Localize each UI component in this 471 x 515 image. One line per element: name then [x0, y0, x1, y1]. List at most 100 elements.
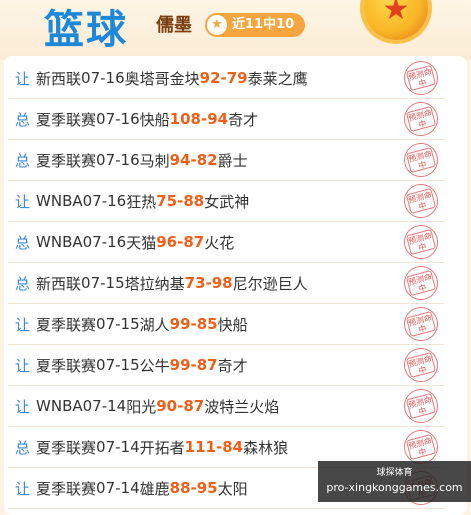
away-team: 女武神 — [204, 192, 250, 211]
streak-badge: ★ 近11中10 — [205, 13, 305, 37]
bet-type-tag: 总 — [15, 151, 31, 170]
match-date: 07-16 — [96, 110, 140, 128]
home-team: 阳光 — [126, 397, 157, 416]
away-score: 98 — [211, 274, 233, 292]
away-score: 84 — [222, 438, 244, 456]
league-name: WNBA — [36, 233, 83, 251]
stamp-text: 预测命中 — [405, 64, 437, 92]
away-team: 尼尔逊巨人 — [232, 274, 308, 293]
watermark-url: pro-xingkonggames.com — [326, 481, 463, 494]
home-score: 94 — [169, 151, 191, 169]
league-name: 夏季联赛 — [36, 110, 97, 129]
home-score: 73 — [184, 274, 206, 292]
prediction-row[interactable]: 让 WNBA 07-14 阳光 90 - 87 波特兰火焰 — [8, 386, 444, 427]
prediction-row[interactable]: 让夏季联赛 07-15 湖人 99 - 85 快船 — [8, 304, 444, 345]
away-team: 奇才 — [228, 110, 259, 129]
match-date: 07-15 — [96, 356, 140, 374]
bet-type-tag: 让 — [15, 192, 31, 211]
home-team: 塔拉纳基 — [124, 274, 185, 293]
away-team: 火花 — [204, 233, 235, 252]
league-name: 夏季联赛 — [36, 479, 97, 498]
page-header: 篮球 儒墨 ★ 近11中10 ★ — [0, 0, 471, 60]
bet-type-tag: 总 — [15, 438, 31, 457]
prediction-row[interactable]: 让 WNBA 07-16 狂热 75 - 88 女武神 — [8, 181, 444, 222]
home-score: 90 — [156, 397, 178, 415]
home-score: 96 — [156, 233, 178, 251]
match-date: 07-16 — [81, 69, 125, 87]
away-team: 泰莱之鹰 — [247, 69, 308, 88]
gold-medal-icon: ★ — [364, 0, 428, 40]
league-name: 新西联 — [36, 274, 82, 293]
match-date: 07-14 — [82, 397, 127, 415]
home-score: 75 — [156, 192, 178, 210]
away-team: 太阳 — [217, 479, 248, 498]
league-name: 夏季联赛 — [36, 356, 97, 375]
bet-type-tag: 总 — [15, 233, 31, 252]
stamp-text: 预测命中 — [405, 105, 437, 133]
home-team: 湖人 — [139, 315, 170, 334]
away-team: 波特兰火焰 — [204, 397, 280, 416]
stamp-text: 预测命中 — [405, 269, 437, 297]
match-date: 07-15 — [96, 315, 140, 333]
league-name: 新西联 — [36, 69, 82, 88]
league-name: 夏季联赛 — [36, 315, 97, 334]
home-score: 99 — [169, 315, 191, 333]
prediction-row[interactable]: 总新西联 07-15 塔拉纳基 73 - 98 尼尔逊巨人 — [8, 263, 444, 304]
bet-type-tag: 让 — [15, 69, 31, 88]
home-score: 108 — [169, 110, 201, 128]
stamp-text: 预测命中 — [405, 351, 437, 379]
prediction-row[interactable]: 总夏季联赛 07-16 马刺 94 - 82 爵士 — [8, 140, 444, 181]
home-team: 奥塔哥金块 — [124, 69, 200, 88]
home-team: 天猫 — [126, 233, 157, 252]
league-name: 夏季联赛 — [36, 151, 97, 170]
watermark: 球探体育 pro-xingkonggames.com — [318, 461, 471, 502]
stamp-text: 预测命中 — [405, 392, 437, 420]
star-badge-icon: ★ — [207, 15, 227, 35]
home-team: 马刺 — [139, 151, 170, 170]
match-date: 07-14 — [96, 438, 140, 456]
home-team: 快船 — [139, 110, 170, 129]
bet-type-tag: 让 — [15, 356, 31, 375]
league-name: 夏季联赛 — [36, 438, 97, 457]
match-date: 07-16 — [82, 192, 127, 210]
home-score: 92 — [199, 69, 221, 87]
bet-type-tag: 让 — [15, 479, 31, 498]
away-score: 82 — [196, 151, 218, 169]
expert-name[interactable]: 儒墨 — [156, 14, 192, 38]
home-team: 雄鹿 — [139, 479, 170, 498]
home-score: 111 — [184, 438, 216, 456]
away-team: 森林狼 — [243, 438, 289, 457]
bet-type-tag: 让 — [15, 315, 31, 334]
prediction-row[interactable]: 总 WNBA 07-16 天猫 96 - 87 火花 — [8, 222, 444, 263]
away-score: 88 — [183, 192, 205, 210]
away-team: 奇才 — [217, 356, 248, 375]
medal-star-icon: ★ — [382, 0, 410, 27]
away-score: 87 — [196, 356, 218, 374]
match-date: 07-15 — [81, 274, 125, 292]
league-name: WNBA — [36, 192, 83, 210]
match-date: 07-14 — [96, 479, 140, 497]
match-date: 07-16 — [82, 233, 127, 251]
prediction-row[interactable]: 让新西联 07-16 奥塔哥金块 92 - 79 泰莱之鹰 — [8, 58, 444, 99]
home-team: 公牛 — [139, 356, 170, 375]
page-title: 篮球 — [44, 7, 128, 53]
league-name: WNBA — [36, 397, 83, 415]
bet-type-tag: 总 — [15, 110, 31, 129]
home-team: 狂热 — [126, 192, 157, 211]
away-team: 爵士 — [217, 151, 248, 170]
home-score: 99 — [169, 356, 191, 374]
streak-label: 近11中10 — [232, 17, 295, 32]
away-score: 87 — [183, 233, 205, 251]
prediction-row[interactable]: 让夏季联赛 07-15 公牛 99 - 87 奇才 — [8, 345, 444, 386]
away-score: 95 — [196, 479, 218, 497]
bet-type-tag: 总 — [15, 274, 31, 293]
stamp-text: 预测命中 — [405, 433, 437, 461]
watermark-top: 球探体育 — [376, 468, 413, 478]
away-score: 85 — [196, 315, 218, 333]
stamp-text: 预测命中 — [405, 187, 437, 215]
prediction-row[interactable]: 总夏季联赛 07-16 快船 108 - 94 奇才 — [8, 99, 444, 140]
away-score: 94 — [207, 110, 229, 128]
away-team: 快船 — [217, 315, 248, 334]
away-score: 79 — [226, 69, 248, 87]
stamp-text: 预测命中 — [405, 146, 437, 174]
